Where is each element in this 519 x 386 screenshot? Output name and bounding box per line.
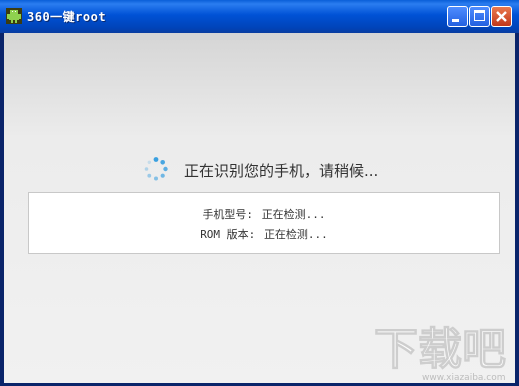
close-icon: [496, 11, 507, 22]
app-window: 360一键root 正在识别您的手机，请稍候... 手机型号: 正在检测... …: [0, 0, 519, 386]
android-robot-icon: [6, 8, 22, 24]
minimize-icon: [452, 19, 459, 22]
close-button[interactable]: [491, 6, 512, 27]
maximize-button[interactable]: [469, 6, 490, 27]
maximize-icon: [474, 10, 485, 21]
rom-label: ROM 版本:: [200, 228, 256, 241]
loading-spinner-icon: [144, 157, 168, 181]
device-info-panel: 手机型号: 正在检测... ROM 版本: 正在检测...: [28, 192, 500, 254]
xiazaiba-watermark-logo: 下载吧 www.xiazaiba.com: [374, 324, 507, 384]
title-bar[interactable]: 360一键root: [0, 0, 519, 33]
svg-text:下载吧: 下载吧: [374, 324, 506, 375]
rom-row: ROM 版本: 正在检测...: [29, 226, 499, 242]
model-value: 正在检测...: [261, 208, 326, 221]
model-label: 手机型号:: [202, 208, 254, 221]
model-row: 手机型号: 正在检测...: [29, 206, 499, 222]
rom-value: 正在检测...: [263, 228, 328, 241]
window-title: 360一键root: [27, 10, 107, 24]
minimize-button[interactable]: [447, 6, 468, 27]
status-message: 正在识别您的手机，请稍候...: [184, 162, 379, 180]
svg-text:www.xiazaiba.com: www.xiazaiba.com: [422, 373, 506, 383]
